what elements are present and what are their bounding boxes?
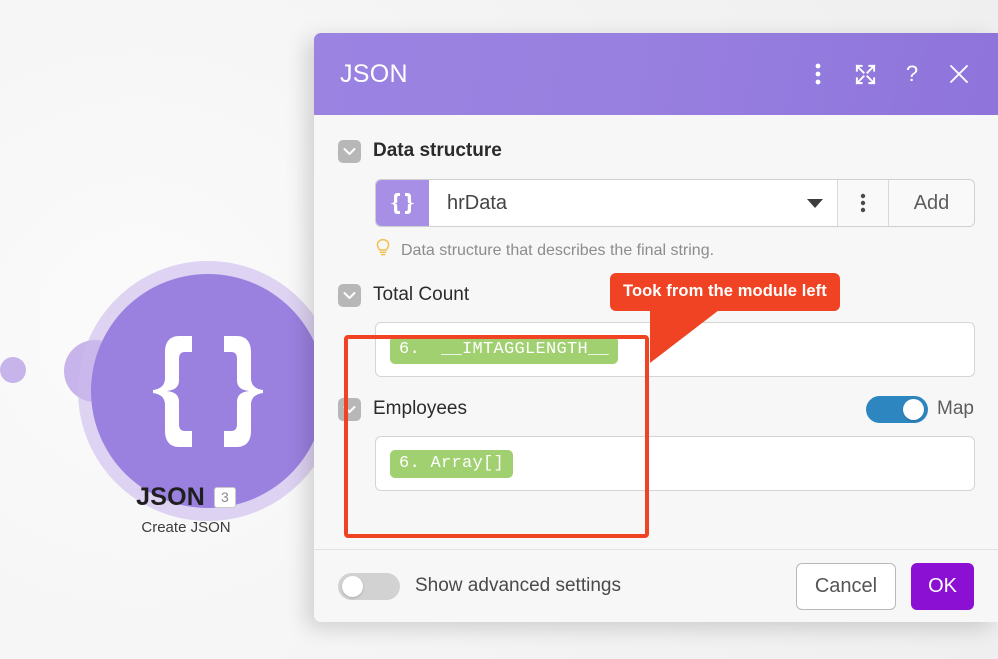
field-label-employees: Employees [373, 398, 467, 419]
employees-token-pill[interactable]: 6. Array[] [390, 449, 514, 478]
module-caption: JSON 3 Create JSON [36, 483, 336, 536]
module-badge: 3 [214, 486, 236, 509]
employees-map-toggle-group: Map [866, 395, 974, 423]
annotation-callout: Took from the module left [610, 273, 840, 311]
map-toggle-label: Map [937, 398, 974, 419]
field-label-total-count: Total Count [373, 284, 470, 305]
dialog-header: JSON ? [314, 33, 998, 115]
field-employees-header: Employees Map [338, 395, 974, 423]
data-structure-hint: Data structure that describes the final … [375, 238, 974, 263]
employees-input[interactable]: 6. Array[] [375, 436, 975, 491]
json-braces-icon [376, 180, 429, 226]
map-toggle[interactable] [866, 395, 929, 423]
dialog-title: JSON [340, 59, 408, 88]
json-module-node[interactable]: JSON 3 Create JSON [0, 255, 352, 545]
module-title: JSON [136, 483, 206, 511]
dialog-header-actions: ? [805, 61, 972, 87]
data-structure-kebab-button[interactable] [838, 180, 889, 226]
field-data-structure-header: Data structure [338, 137, 974, 165]
dialog-footer: Show advanced settings Cancel OK [314, 549, 998, 622]
data-structure-select-row: hrData Add [375, 179, 975, 227]
total-count-token-pill[interactable]: 6. __IMTAGGLENGTH__ [390, 335, 619, 364]
data-structure-select-value: hrData [447, 191, 508, 214]
kebab-menu-icon[interactable] [805, 61, 831, 87]
incoming-connector-dot [0, 357, 26, 383]
ok-button[interactable]: OK [911, 562, 974, 610]
data-structure-hint-text: Data structure that describes the final … [401, 241, 715, 259]
help-icon[interactable]: ? [899, 61, 925, 87]
collapse-toggle-data-structure[interactable] [338, 139, 361, 163]
dialog-body: Data structure hrData Add Data structure… [314, 115, 998, 549]
chevron-down-icon [807, 198, 823, 208]
close-icon[interactable] [946, 61, 972, 87]
collapse-toggle-total-count[interactable] [338, 283, 361, 307]
lightbulb-icon [375, 238, 391, 263]
svg-text:?: ? [906, 62, 918, 86]
module-circle[interactable] [91, 274, 325, 508]
module-subtitle: Create JSON [141, 519, 231, 536]
expand-icon[interactable] [852, 61, 878, 87]
total-count-input[interactable]: 6. __IMTAGGLENGTH__ [375, 322, 975, 377]
json-module-dialog: JSON ? Data structure hrData Add Data st… [314, 33, 998, 622]
field-label-data-structure: Data structure [373, 140, 502, 161]
add-data-structure-button[interactable]: Add [889, 180, 974, 226]
advanced-settings-label: Show advanced settings [415, 575, 621, 596]
advanced-settings-toggle[interactable] [338, 572, 400, 600]
data-structure-select[interactable]: hrData [429, 180, 838, 226]
map-toggle-knob [903, 398, 925, 420]
advanced-settings-toggle-knob [342, 575, 363, 597]
collapse-toggle-employees[interactable] [338, 397, 361, 421]
json-braces-icon [145, 330, 271, 452]
cancel-button[interactable]: Cancel [795, 562, 897, 610]
